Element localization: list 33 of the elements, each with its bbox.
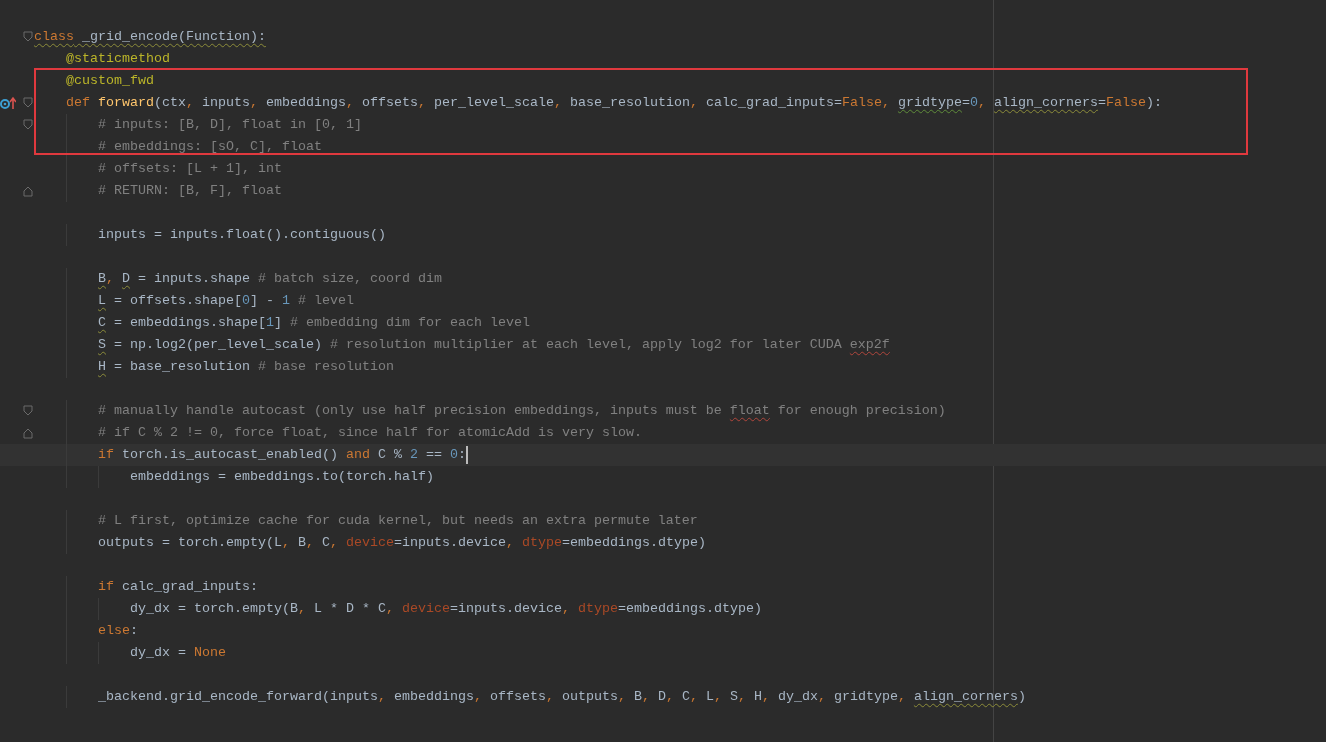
code-line: dy_dx = torch.empty(B, L * D * C, device=inputs.device, dtype=embeddings.dtype) xyxy=(130,600,762,618)
code-line: if torch.is_autocast_enabled() and C % 2 == 0: xyxy=(98,446,466,464)
code-line: H = base_resolution # base resolution xyxy=(98,358,394,376)
code-comment: # RETURN: [B, F], float xyxy=(98,182,282,200)
code-line: @custom_fwd xyxy=(66,72,154,90)
code-line: B, D = inputs.shape # batch size, coord dim xyxy=(98,270,442,288)
fold-end-icon[interactable] xyxy=(23,185,33,197)
code-line: if calc_grad_inputs: xyxy=(98,578,258,596)
fold-end-icon[interactable] xyxy=(23,427,33,439)
code-line: inputs = inputs.float().contiguous() xyxy=(98,226,386,244)
code-line: S = np.log2(per_level_scale) # resolution multiplier at each level, apply log2 for later CUDA exp2f xyxy=(98,336,890,354)
code-line: _backend.grid_encode_forward(inputs, embeddings, offsets, outputs, B, D, C, L, S, H, dy_dx, gridtype, align_corners) xyxy=(98,688,1026,706)
fold-start-icon[interactable] xyxy=(23,119,33,131)
fold-start-icon[interactable] xyxy=(23,31,33,43)
code-line: L = offsets.shape[0] - 1 # level xyxy=(98,292,354,310)
code-line: embeddings = embeddings.to(torch.half) xyxy=(130,468,434,486)
code-comment: # manually handle autocast (only use half precision embeddings, inputs must be float for enough precision) xyxy=(98,402,946,420)
code-comment: # inputs: [B, D], float in [0, 1] xyxy=(98,116,362,134)
code-line: dy_dx = None xyxy=(130,644,226,662)
code-line: else: xyxy=(98,622,138,640)
code-comment: # offsets: [L + 1], int xyxy=(98,160,282,178)
code-line: outputs = torch.empty(L, B, C, device=inputs.device, dtype=embeddings.dtype) xyxy=(98,534,706,552)
override-marker-icon[interactable] xyxy=(0,96,16,110)
text-cursor xyxy=(465,446,468,464)
code-comment: # L first, optimize cache for cuda kernel, but needs an extra permute later xyxy=(98,512,698,530)
code-comment: # if C % 2 != 0, force float, since half for atomicAdd is very slow. xyxy=(98,424,642,442)
code-line: C = embeddings.shape[1] # embedding dim for each level xyxy=(98,314,530,332)
code-line: class _grid_encode(Function): xyxy=(34,28,266,46)
code-line: @staticmethod xyxy=(66,50,170,68)
code-line: def forward(ctx, inputs, embeddings, offsets, per_level_scale, base_resolution, calc_grad_inputs=False, gridtype=0, align_corners=False): xyxy=(66,94,1162,112)
code-comment: # embeddings: [sO, C], float xyxy=(98,138,322,156)
fold-start-icon[interactable] xyxy=(23,405,33,417)
fold-start-icon[interactable] xyxy=(23,97,33,109)
